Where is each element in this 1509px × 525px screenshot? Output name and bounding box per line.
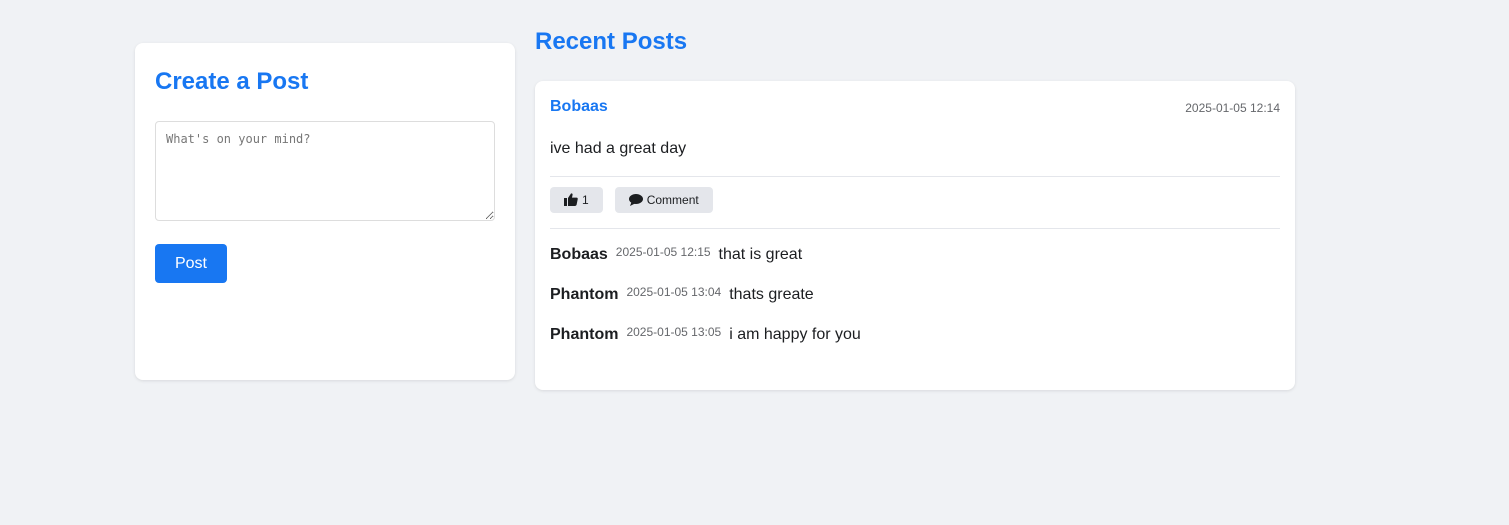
thumbs-up-icon — [564, 193, 578, 206]
comment-button[interactable]: Comment — [614, 187, 713, 213]
post-actions: 1 Comment — [550, 187, 725, 213]
post-content: ive had a great day — [550, 140, 687, 157]
post-timestamp: 2025-01-05 12:14 — [1185, 101, 1280, 115]
recent-posts-title: Recent Posts — [535, 28, 688, 55]
comment-timestamp: 2025-01-05 13:04 — [626, 285, 722, 299]
comment-item: Phantom 2025-01-05 13:04 thats greate — [550, 285, 1280, 325]
like-button[interactable]: 1 — [550, 187, 603, 213]
post-button[interactable]: Post — [155, 244, 227, 283]
post-header: Bobaas 2025-01-05 12:14 — [550, 96, 1280, 120]
divider — [550, 228, 1280, 229]
comment-timestamp: 2025-01-05 13:05 — [626, 325, 722, 339]
comment-author[interactable]: Bobaas — [550, 246, 608, 263]
speech-bubble-icon — [628, 194, 643, 206]
like-count: 1 — [582, 193, 589, 207]
divider — [550, 176, 1280, 177]
create-post-title: Create a Post — [155, 68, 309, 95]
post-card: Bobaas 2025-01-05 12:14 ive had a great … — [535, 81, 1295, 390]
comment-text: thats greate — [729, 286, 814, 303]
comment-text: that is great — [718, 246, 803, 263]
comment-author[interactable]: Phantom — [550, 326, 618, 343]
post-author[interactable]: Bobaas — [550, 98, 608, 116]
post-content-input[interactable] — [155, 121, 495, 221]
comment-button-label: Comment — [646, 193, 699, 207]
comment-text: i am happy for you — [729, 326, 861, 343]
comment-timestamp: 2025-01-05 12:15 — [615, 245, 711, 259]
create-post-card: Create a Post Post — [135, 43, 515, 380]
comment-author[interactable]: Phantom — [550, 286, 618, 303]
comments-list: Bobaas 2025-01-05 12:15 that is great Phan… — [550, 245, 1280, 365]
comment-item: Phantom 2025-01-05 13:05 i am happy for yo… — [550, 325, 1280, 365]
comment-item: Bobaas 2025-01-05 12:15 that is great — [550, 245, 1280, 285]
